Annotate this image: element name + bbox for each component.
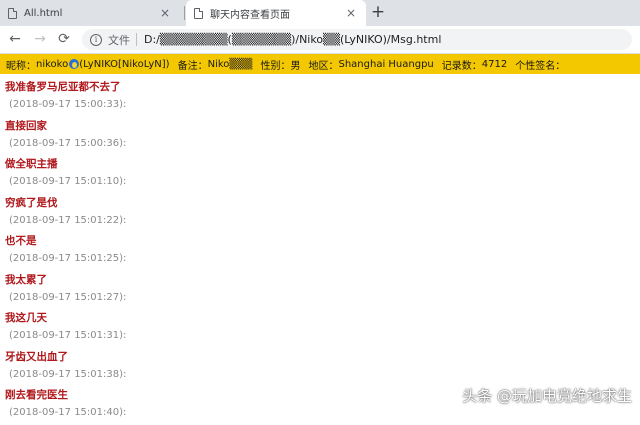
- file-scheme-label: 文件: [108, 33, 130, 47]
- message-item: 我准备罗马尼亚都不去了 (2018-09-17 15:00:33):: [0, 78, 640, 117]
- message-time: (2018-09-17 15:01:38):: [9, 368, 127, 380]
- message-text: 也不是: [5, 235, 37, 247]
- signature-label: 个性签名：: [515, 60, 566, 72]
- message-text: 做全职主播: [5, 158, 58, 170]
- message-item: 穷疯了是伐 (2018-09-17 15:01:22):: [0, 194, 640, 233]
- nickname-label: 昵称：: [6, 60, 36, 72]
- tab-separator: [184, 6, 185, 20]
- close-icon[interactable]: ×: [344, 6, 358, 20]
- message-text: 牙齿又出血了: [5, 350, 68, 363]
- remark-label: 备注：: [177, 60, 208, 72]
- address-separator: [136, 33, 137, 46]
- message-item: 直接回家 (2018-09-17 15:00:36):: [0, 117, 640, 156]
- forward-button[interactable]: →: [31, 30, 49, 48]
- gender-label: 性别：: [260, 60, 291, 72]
- url-text[interactable]: D:/▒▒▒▒▒▒▒▒(▒▒▒▒▒▒▒)/Niko▒▒(LyNIKO)/Msg.…: [144, 33, 441, 46]
- watermark: 头条 @玩加电竞绝地求生: [462, 387, 632, 405]
- tab-title: 聊天内容查看页面: [210, 9, 290, 21]
- record-count-label: 记录数：: [441, 60, 482, 72]
- message-time: (2018-09-17 15:01:27):: [9, 291, 127, 303]
- message-text: 我太累了: [5, 273, 47, 286]
- remark-value: Niko▒▒▒: [207, 58, 253, 70]
- region-value: Shanghai Huangpu: [338, 58, 434, 70]
- message-item: 牙齿又出血了 (2018-09-17 15:01:38):: [0, 348, 640, 387]
- nickname-prefix: nikoko: [36, 58, 69, 70]
- message-item: 我这几天 (2018-09-17 15:01:31):: [0, 309, 640, 348]
- message-text: 我这几天: [5, 312, 47, 324]
- tab-chat-viewer[interactable]: 聊天内容查看页面 ×: [186, 0, 366, 26]
- tab-title: All.html: [24, 7, 63, 19]
- message-text: 我准备罗马尼亚都不去了: [5, 81, 121, 93]
- document-icon: [194, 7, 203, 19]
- message-time: (2018-09-17 15:01:10):: [9, 176, 127, 187]
- message-time: (2018-09-17 15:00:33):: [9, 99, 127, 110]
- message-item: 我太累了 (2018-09-17 15:01:27):: [0, 271, 640, 310]
- message-list: 我准备罗马尼亚都不去了 (2018-09-17 15:00:33): 直接回家 …: [0, 78, 640, 425]
- address-bar[interactable]: i 文件 D:/▒▒▒▒▒▒▒▒(▒▒▒▒▒▒▒)/Niko▒▒(LyNIKO)…: [82, 29, 632, 50]
- gender-value: 男: [290, 60, 301, 72]
- message-time: (2018-09-17 15:01:22):: [9, 214, 127, 226]
- back-button[interactable]: ←: [6, 30, 24, 48]
- tab-all-html[interactable]: All.html ×: [0, 0, 180, 26]
- message-time: (2018-09-17 15:00:36):: [9, 137, 127, 149]
- nickname-suffix: (LyNIKO[NikoLyN]): [79, 58, 170, 70]
- message-text: 穷疯了是伐: [5, 196, 58, 209]
- browser-toolbar: ← → ⟳ i 文件 D:/▒▒▒▒▒▒▒▒(▒▒▒▒▒▒▒)/Niko▒▒(L…: [0, 26, 640, 54]
- message-item: 也不是 (2018-09-17 15:01:25):: [0, 232, 640, 271]
- record-count-value: 4712: [481, 58, 508, 70]
- document-icon: [8, 7, 17, 19]
- info-icon[interactable]: i: [90, 33, 102, 46]
- close-icon[interactable]: ×: [158, 6, 172, 20]
- tab-strip: All.html × 聊天内容查看页面 × +: [0, 0, 640, 26]
- penguin-icon: [69, 59, 80, 69]
- new-tab-button[interactable]: +: [368, 2, 388, 22]
- message-text: 直接回家: [5, 119, 47, 132]
- message-time: (2018-09-17 15:01:31):: [9, 330, 127, 341]
- message-item: 做全职主播 (2018-09-17 15:01:10):: [0, 155, 640, 194]
- region-label: 地区：: [308, 60, 339, 72]
- reload-button[interactable]: ⟳: [55, 30, 73, 48]
- message-time: (2018-09-17 15:01:25):: [9, 253, 127, 264]
- profile-info-bar: 昵称： nikoko (LyNIKO[NikoLyN]) 备注： Niko▒▒▒…: [0, 54, 640, 74]
